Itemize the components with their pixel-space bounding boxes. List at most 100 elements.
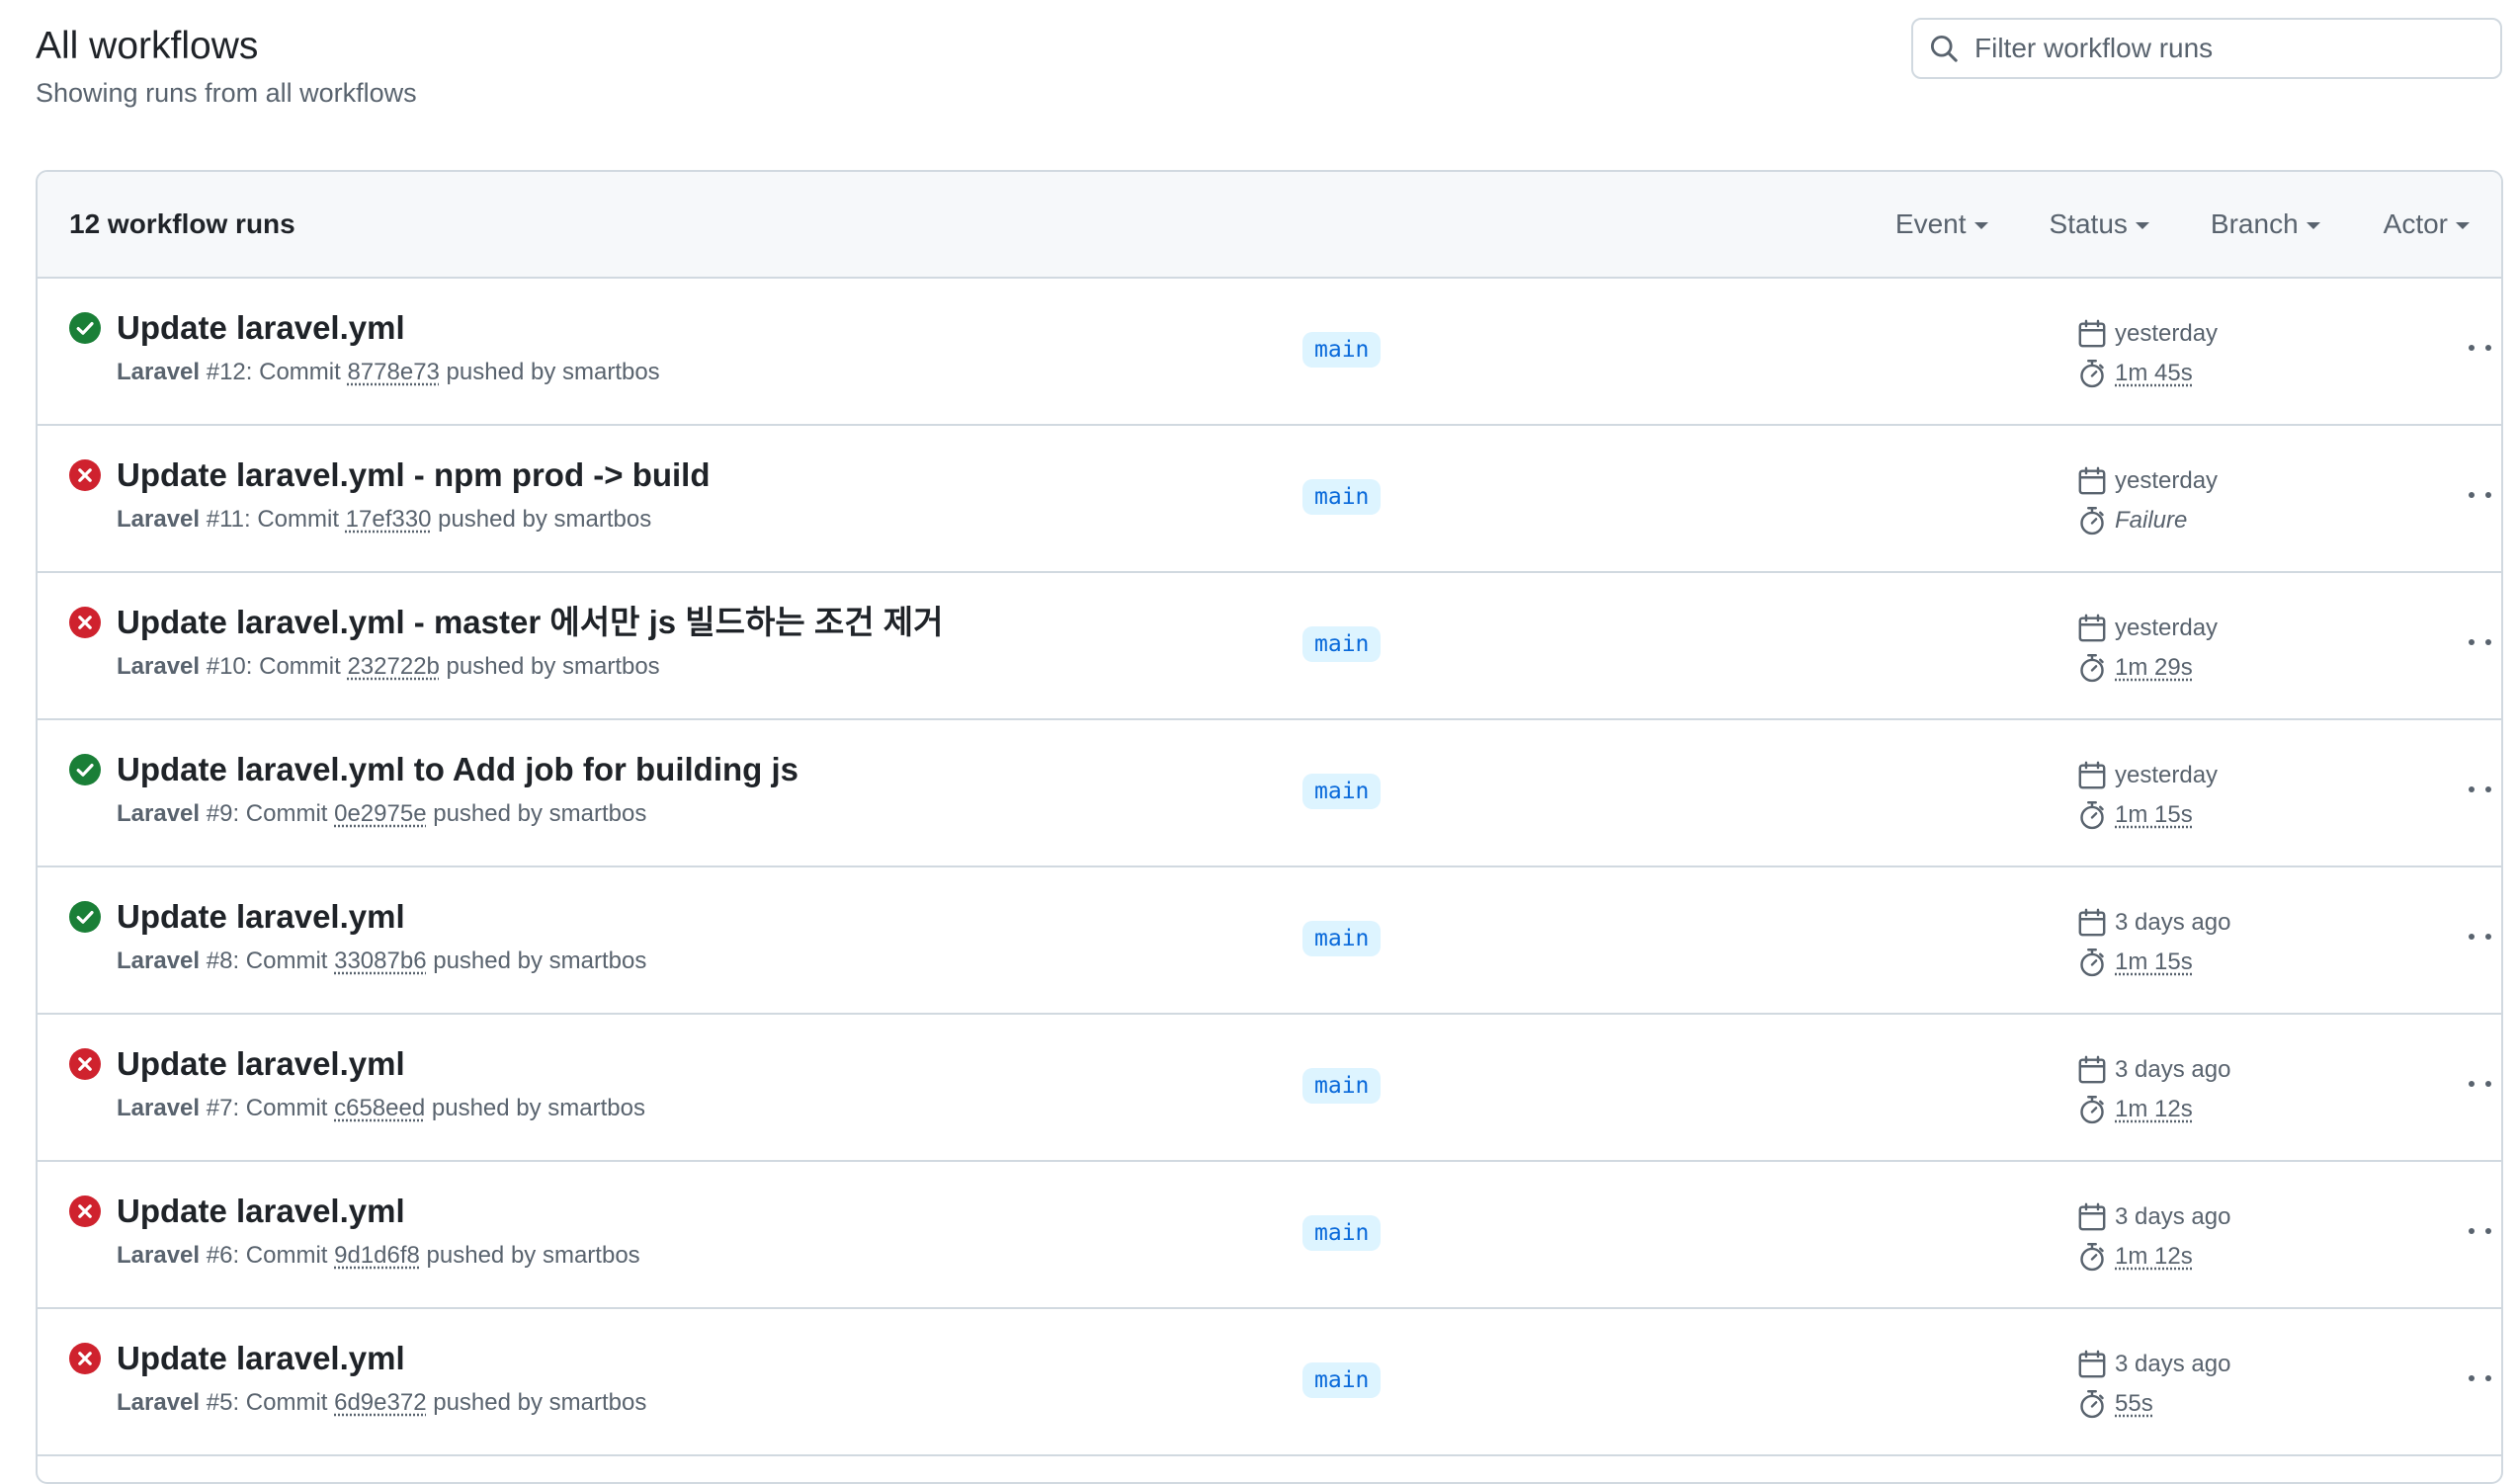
more-options-button[interactable]	[2469, 1366, 2501, 1390]
workflow-name: Laravel	[117, 653, 201, 680]
kebab-dot	[2502, 1228, 2503, 1234]
run-meta: Laravel #5: Commit 6d9e372 pushed by sma…	[117, 1388, 646, 1418]
run-meta: Laravel #8: Commit 33087b6 pushed by sma…	[117, 947, 646, 976]
run-date: 3 days ago	[2115, 909, 2231, 936]
calendar-icon	[2078, 614, 2106, 642]
workflow-run-row[interactable]: Update laravel.yml Laravel #5: Commit 6d…	[38, 1309, 2501, 1456]
run-duration: 55s	[2115, 1390, 2153, 1417]
stopwatch-icon	[2080, 360, 2104, 388]
run-duration: 1m 29s	[2115, 654, 2193, 681]
kebab-dot	[2469, 639, 2475, 645]
pushed-by: pushed by smartbos	[439, 359, 660, 385]
workflow-run-row[interactable]: Update laravel.yml Laravel #6: Commit 9d…	[38, 1162, 2501, 1309]
pushed-by: pushed by smartbos	[426, 1389, 647, 1416]
run-title[interactable]: Update laravel.yml	[117, 897, 405, 937]
branch-badge[interactable]: main	[1302, 332, 1382, 368]
more-options-button[interactable]	[2469, 778, 2503, 801]
kebab-dot	[2502, 639, 2503, 645]
workflow-run-row[interactable]: Update laravel.yml to Add job for buildi…	[38, 720, 2501, 867]
branch-badge[interactable]: main	[1302, 626, 1382, 662]
commit-sha-link[interactable]: c658eed	[334, 1095, 425, 1121]
actor-filter-dropdown[interactable]: Actor	[2384, 208, 2470, 240]
run-timing: yesterday 1m 29s	[2077, 609, 2218, 688]
workflow-run-row[interactable]: Update laravel.yml - master 에서만 js 빌드하는 …	[38, 573, 2501, 720]
run-title[interactable]: Update laravel.yml	[117, 308, 405, 348]
run-date: 3 days ago	[2115, 1351, 2231, 1377]
kebab-dot	[2485, 1375, 2491, 1381]
workflow-run-row[interactable]: Update laravel.yml Laravel #8: Commit 33…	[38, 867, 2501, 1015]
run-timing: yesterday 1m 15s	[2077, 756, 2218, 835]
run-number: #5	[206, 1389, 233, 1416]
branch-badge[interactable]: main	[1302, 1215, 1382, 1251]
run-title[interactable]: Update laravel.yml - npm prod -> build	[117, 455, 711, 495]
actor-filter-label: Actor	[2383, 208, 2448, 239]
branch-badge[interactable]: main	[1302, 479, 1382, 515]
branch-badge[interactable]: main	[1302, 774, 1382, 809]
workflow-run-row[interactable]: Update laravel.yml - npm prod -> build L…	[38, 426, 2501, 573]
branch-filter-dropdown[interactable]: Branch	[2211, 208, 2320, 240]
caret-down-icon	[1973, 222, 1988, 229]
x-circle-icon	[69, 1048, 101, 1080]
commit-label: : Commit	[244, 506, 346, 533]
more-options-button[interactable]	[2469, 630, 2503, 654]
more-options-button[interactable]	[2469, 336, 2501, 360]
pushed-by: pushed by smartbos	[425, 1095, 645, 1121]
run-meta: Laravel #11: Commit 17ef330 pushed by sm…	[117, 505, 651, 535]
calendar-icon	[2078, 1350, 2106, 1378]
filter-dropdowns: Event Status Branch Actor	[1895, 172, 2501, 277]
x-circle-icon	[69, 459, 101, 491]
kebab-dot	[2502, 1081, 2503, 1087]
kebab-dot	[2469, 1081, 2475, 1087]
more-options-button[interactable]	[2469, 1072, 2503, 1096]
pushed-by: pushed by smartbos	[431, 506, 652, 533]
run-title[interactable]: Update laravel.yml	[117, 1192, 405, 1231]
more-options-button[interactable]	[2469, 925, 2501, 948]
more-options-button[interactable]	[2469, 1219, 2503, 1243]
run-title[interactable]: Update laravel.yml - master 에서만 js 빌드하는 …	[117, 603, 944, 642]
stopwatch-icon	[2080, 507, 2104, 536]
kebab-dot	[2502, 492, 2503, 498]
commit-sha-link[interactable]: 9d1d6f8	[334, 1242, 420, 1269]
branch-badge[interactable]: main	[1302, 1362, 1382, 1398]
workflow-name: Laravel	[117, 506, 201, 533]
commit-sha-link[interactable]: 8778e73	[347, 359, 439, 385]
run-title[interactable]: Update laravel.yml	[117, 1044, 405, 1084]
more-options-button[interactable]	[2469, 483, 2503, 507]
event-filter-dropdown[interactable]: Event	[1895, 208, 1988, 240]
kebab-dot	[2469, 345, 2475, 351]
run-meta: Laravel #9: Commit 0e2975e pushed by sma…	[117, 799, 646, 829]
run-timing: yesterday Failure	[2077, 461, 2218, 540]
run-date: yesterday	[2115, 762, 2219, 788]
x-circle-icon	[69, 607, 101, 638]
commit-sha-link[interactable]: 6d9e372	[334, 1389, 426, 1416]
kebab-dot	[2502, 786, 2503, 792]
commit-sha-link[interactable]: 0e2975e	[334, 800, 426, 827]
workflow-run-row[interactable]: Update laravel.yml Laravel #7: Commit c6…	[38, 1015, 2501, 1162]
commit-label: : Commit	[232, 1242, 335, 1269]
workflow-name: Laravel	[117, 1095, 201, 1121]
run-timing: 3 days ago 1m 12s	[2077, 1197, 2230, 1277]
status-filter-dropdown[interactable]: Status	[2050, 208, 2149, 240]
run-title[interactable]: Update laravel.yml	[117, 1339, 405, 1378]
commit-label: : Commit	[232, 1389, 335, 1416]
stopwatch-icon	[2080, 654, 2104, 683]
calendar-icon	[2078, 466, 2106, 495]
commit-sha-link[interactable]: 33087b6	[334, 948, 426, 974]
commit-sha-link[interactable]: 17ef330	[346, 506, 432, 533]
workflow-run-row[interactable]: Update laravel.yml Laravel #12: Commit 8…	[38, 279, 2501, 426]
search-input[interactable]	[1974, 33, 2488, 64]
event-filter-label: Event	[1894, 208, 1967, 239]
commit-sha-link[interactable]: 232722b	[347, 653, 439, 680]
run-meta: Laravel #7: Commit c658eed pushed by sma…	[117, 1094, 645, 1123]
stopwatch-icon	[2080, 1096, 2104, 1124]
stopwatch-icon	[2080, 948, 2104, 977]
run-timing: 3 days ago 1m 12s	[2077, 1050, 2230, 1129]
branch-badge[interactable]: main	[1302, 921, 1382, 956]
search-icon	[1930, 35, 1958, 62]
filter-workflow-runs-field[interactable]	[1911, 18, 2502, 79]
run-title[interactable]: Update laravel.yml to Add job for buildi…	[117, 750, 798, 789]
run-number: #9	[206, 800, 233, 827]
caret-down-icon	[2135, 222, 2149, 229]
branch-badge[interactable]: main	[1302, 1068, 1382, 1104]
page-header: All workflows Showing runs from all work…	[36, 22, 417, 111]
